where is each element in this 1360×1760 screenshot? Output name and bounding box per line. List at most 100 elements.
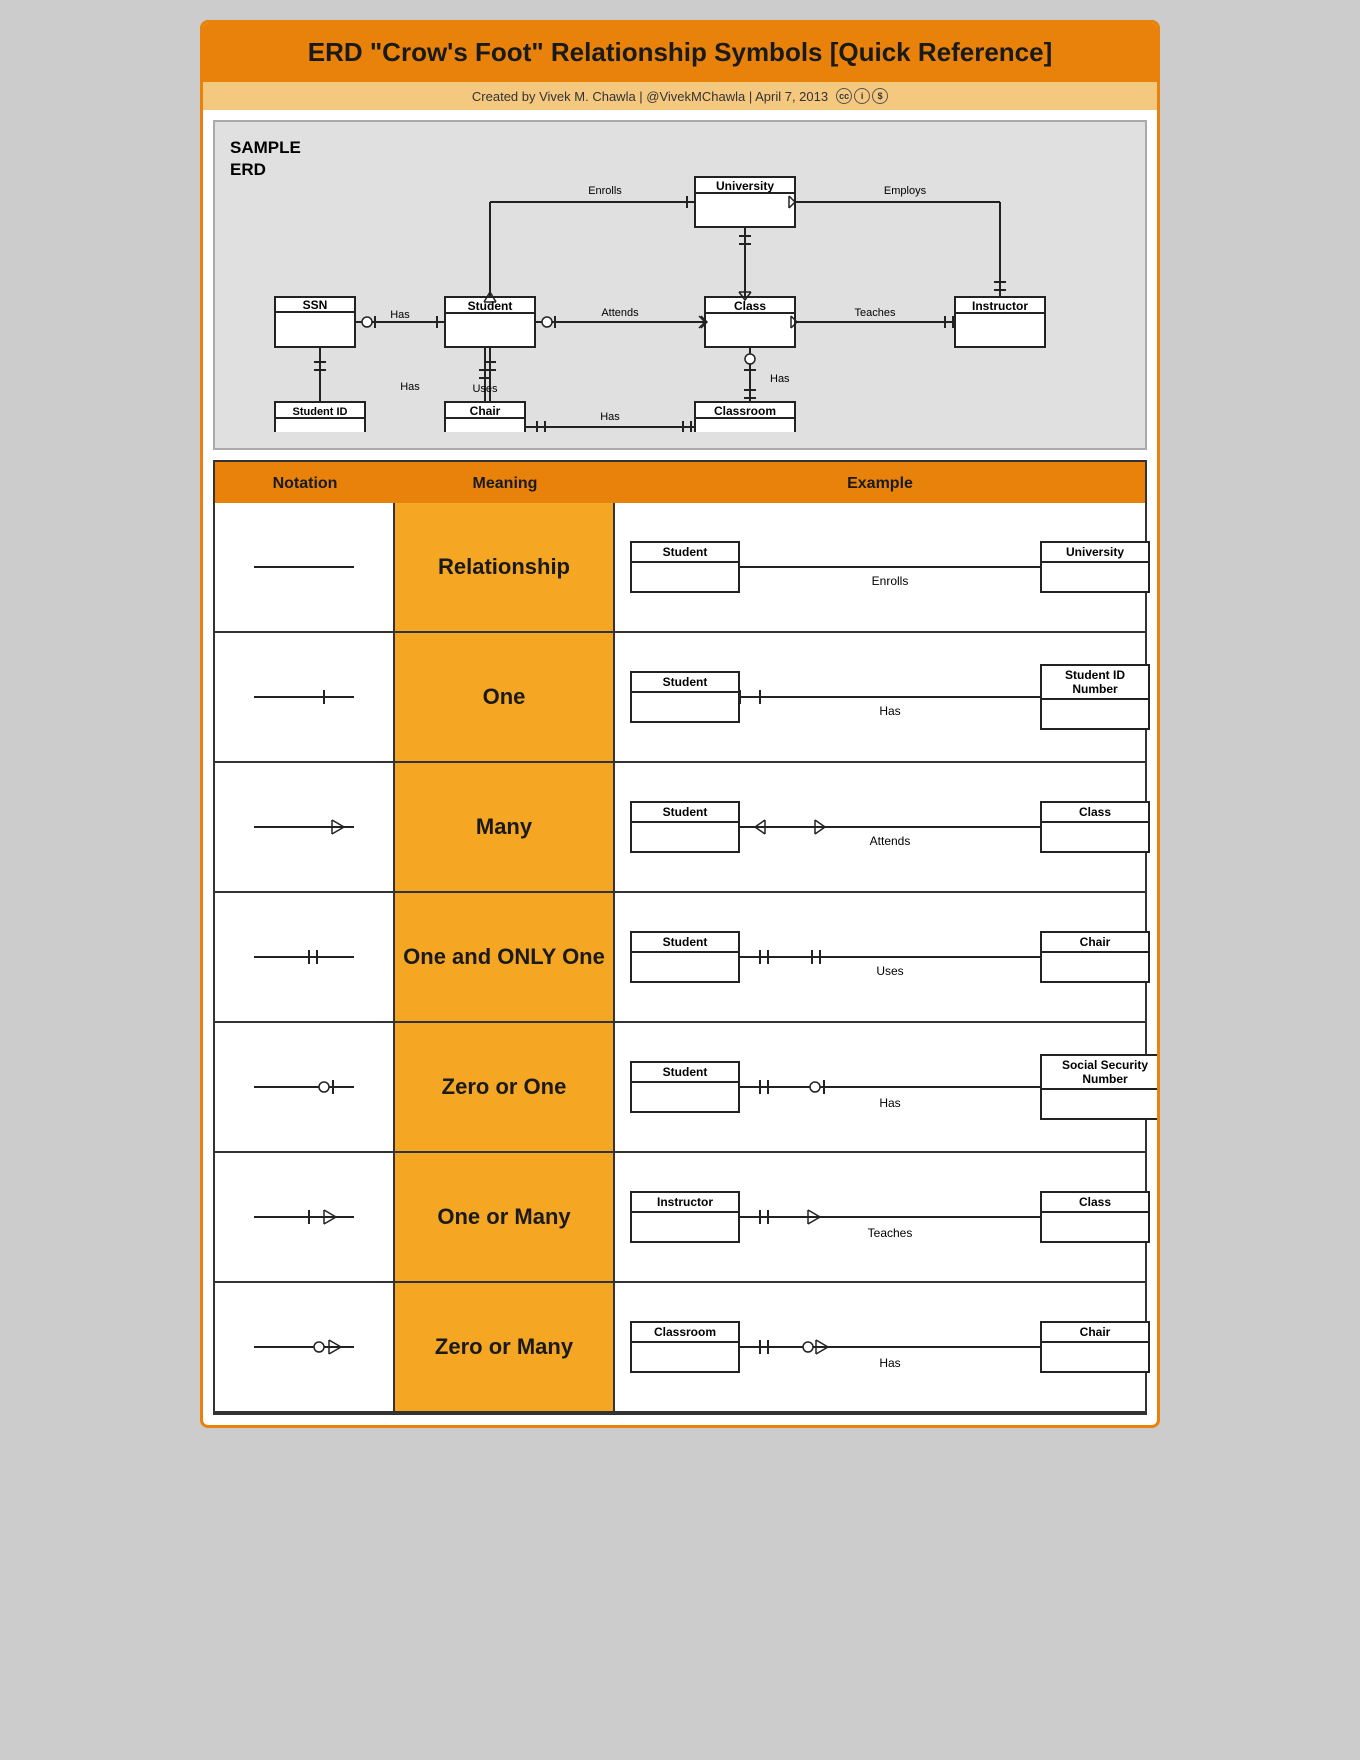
row-zero-one: Zero or One Student Has Social Security … [215, 1023, 1145, 1153]
svg-text:Employs: Employs [884, 185, 927, 197]
svg-text:Attends: Attends [601, 307, 639, 319]
svg-text:Has: Has [600, 411, 620, 423]
ex-entity-classroom-zm: Classroom [630, 1321, 740, 1373]
notation-one-many [215, 1153, 395, 1281]
ex-entity-univ-r: University [1040, 541, 1150, 593]
svg-text:Uses: Uses [472, 383, 498, 395]
notation-svg-zero-many [244, 1332, 364, 1362]
ex-entity-student-oo: Student [630, 931, 740, 983]
ex-entity-class-om: Class [1040, 1191, 1150, 1243]
example-one: Student Has Student ID Number [615, 633, 1160, 761]
svg-text:Attends: Attends [870, 834, 911, 848]
svg-text:Enrolls: Enrolls [872, 574, 909, 588]
svg-text:Instructor: Instructor [972, 299, 1028, 313]
meaning-many: Many [395, 763, 615, 891]
svg-text:Teaches: Teaches [855, 307, 896, 319]
row-one-only: One and ONLY One Student Uses Chair [215, 893, 1145, 1023]
svg-text:Classroom: Classroom [714, 404, 776, 418]
meaning-zero-many: Zero or Many [395, 1283, 615, 1411]
header-meaning: Meaning [395, 465, 615, 503]
svg-text:Has: Has [879, 1096, 900, 1110]
notation-one [215, 633, 395, 761]
ex-entity-chair-zm: Chair [1040, 1321, 1150, 1373]
notation-svg-zero-one [244, 1072, 364, 1102]
ex-svg-zo: Has [740, 1047, 1040, 1127]
ex-svg-one: Has [740, 657, 1040, 737]
row-zero-many: Zero or Many Classroom Has Chair [215, 1283, 1145, 1413]
example-one-only: Student Uses Chair [615, 893, 1160, 1021]
title-bar: ERD "Crow's Foot" Relationship Symbols [… [203, 23, 1157, 82]
svg-text:Student ID: Student ID [293, 406, 348, 418]
cc-icon: cc [836, 88, 852, 104]
svg-text:Class: Class [734, 299, 766, 313]
ex-entity-name: University [1042, 543, 1148, 563]
svg-text:Has: Has [879, 704, 900, 718]
erd-diagram: SSN Student University Class Instructor … [215, 122, 1115, 432]
header-notation: Notation [215, 465, 395, 503]
subtitle-bar: Created by Vivek M. Chawla | @VivekMChaw… [203, 82, 1157, 110]
ex-entity-student-many: Student [630, 801, 740, 853]
page-title: ERD "Crow's Foot" Relationship Symbols [… [223, 37, 1137, 68]
svg-text:Has: Has [390, 309, 410, 321]
svg-text:Uses: Uses [876, 964, 903, 978]
example-relationship: Student Enrolls University [615, 503, 1160, 631]
svg-text:Enrolls: Enrolls [588, 185, 622, 197]
by-icon: i [854, 88, 870, 104]
notation-zero-one [215, 1023, 395, 1151]
meaning-one-only: One and ONLY One [395, 893, 615, 1021]
ex-svg-oo: Uses [740, 917, 1040, 997]
ex-svg-many: Attends [740, 787, 1040, 867]
ex-entity-ssn-zo: Social Security Number [1040, 1054, 1160, 1120]
svg-text:Student: Student [468, 299, 513, 313]
example-many: Student Attends Class [615, 763, 1160, 891]
ex-entity-chair-oo: Chair [1040, 931, 1150, 983]
ex-entity-body [632, 563, 738, 591]
reference-table: Notation Meaning Example Relationship St… [213, 460, 1147, 1415]
ex-svg-r: Enrolls [740, 527, 1040, 607]
row-many: Many Student Attends Cl [215, 763, 1145, 893]
meaning-one: One [395, 633, 615, 761]
header-example: Example [615, 465, 1145, 503]
ex-entity-instructor-om: Instructor [630, 1191, 740, 1243]
ex-entity-name: Student [632, 543, 738, 563]
svg-text:SSN: SSN [303, 298, 328, 312]
ex-entity-student-zo: Student [630, 1061, 740, 1113]
ex-entity-ssn-one: Student ID Number [1040, 664, 1150, 730]
ex-svg-zm: Has [740, 1307, 1040, 1387]
example-one-many: Instructor Teaches Class [615, 1153, 1160, 1281]
page-container: ERD "Crow's Foot" Relationship Symbols [… [200, 20, 1160, 1428]
svg-text:Chair: Chair [470, 404, 501, 418]
notation-svg-one-only [244, 942, 364, 972]
nc-icon: $ [872, 88, 888, 104]
notation-many [215, 763, 395, 891]
notation-svg-one-many [244, 1202, 364, 1232]
row-one-many: One or Many Instructor Teaches Cla [215, 1153, 1145, 1283]
meaning-relationship: Relationship [395, 503, 615, 631]
ex-entity-student-one: Student [630, 671, 740, 723]
row-relationship: Relationship Student Enrolls University [215, 503, 1145, 633]
ex-entity-class-many: Class [1040, 801, 1150, 853]
svg-text:University: University [716, 179, 774, 193]
example-zero-one: Student Has Social Security Number [615, 1023, 1160, 1151]
notation-svg-relationship [244, 552, 364, 582]
ex-entity-body [1042, 563, 1148, 591]
row-one: One Student Has Student ID Number [215, 633, 1145, 763]
svg-text:Teaches: Teaches [868, 1226, 913, 1240]
notation-relationship [215, 503, 395, 631]
ex-svg-om: Teaches [740, 1177, 1040, 1257]
notation-zero-many [215, 1283, 395, 1411]
notation-one-only [215, 893, 395, 1021]
ref-table-header: Notation Meaning Example [215, 462, 1145, 503]
subtitle-text: Created by Vivek M. Chawla | @VivekMChaw… [472, 89, 828, 104]
svg-text:Has: Has [879, 1356, 900, 1370]
meaning-zero-one: Zero or One [395, 1023, 615, 1151]
svg-text:Has: Has [770, 373, 790, 385]
example-zero-many: Classroom Has Chair [615, 1283, 1160, 1411]
svg-text:Has: Has [400, 381, 420, 393]
erd-section: SAMPLEERD SSN Student [213, 120, 1147, 450]
cc-icons: cc i $ [836, 88, 888, 104]
notation-svg-many [244, 812, 364, 842]
ex-entity-student-r: Student [630, 541, 740, 593]
meaning-one-many: One or Many [395, 1153, 615, 1281]
notation-svg-one [244, 682, 364, 712]
